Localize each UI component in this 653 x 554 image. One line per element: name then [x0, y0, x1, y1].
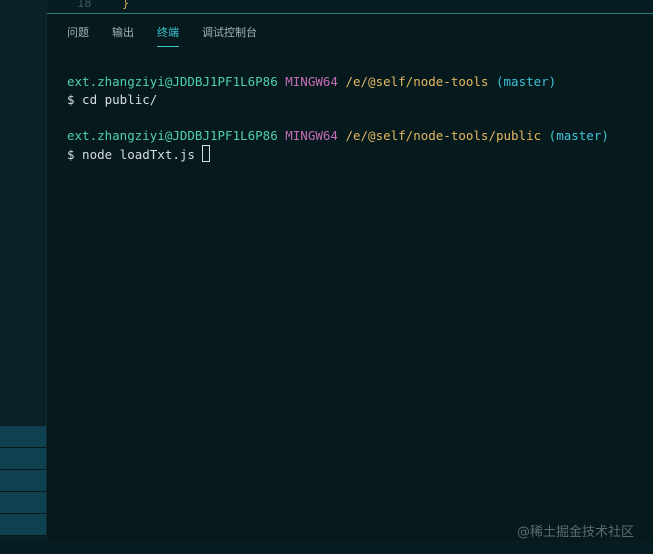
- prompt-branch: (master): [496, 74, 557, 89]
- sidebar-item[interactable]: [0, 470, 46, 492]
- terminal-cursor: [202, 145, 211, 162]
- code-line: }: [122, 0, 130, 10]
- sidebar-item[interactable]: [0, 514, 46, 536]
- tab-problems[interactable]: 问题: [67, 24, 89, 47]
- prompt-system: MINGW64: [285, 74, 338, 89]
- prompt-system: MINGW64: [285, 128, 338, 143]
- prompt-path: /e/@self/node-tools/public: [345, 128, 542, 143]
- prompt-user: ext.zhangziyi@JDDBJ1PF1L6P86: [67, 74, 278, 89]
- terminal-output[interactable]: ext.zhangziyi@JDDBJ1PF1L6P86 MINGW64 /e/…: [67, 73, 609, 164]
- editor[interactable]: 18 }: [47, 0, 653, 14]
- tab-terminal[interactable]: 终端: [157, 24, 179, 47]
- prompt-branch: (master): [548, 128, 609, 143]
- panel-tabs: 问题 输出 终端 调试控制台: [67, 24, 280, 47]
- command: $ node loadTxt.js: [67, 147, 203, 162]
- sidebar-item[interactable]: [0, 448, 46, 470]
- status-bar: [0, 541, 653, 554]
- line-number: 18: [77, 0, 92, 10]
- tab-output[interactable]: 输出: [112, 24, 134, 47]
- sidebar: [0, 0, 47, 554]
- prompt-user: ext.zhangziyi@JDDBJ1PF1L6P86: [67, 128, 278, 143]
- watermark: @稀土掘金技术社区: [516, 525, 634, 540]
- sidebar-item[interactable]: [0, 426, 46, 448]
- command: $ cd public/: [67, 92, 158, 107]
- tab-debug-console[interactable]: 调试控制台: [202, 24, 257, 47]
- prompt-path: /e/@self/node-tools: [345, 74, 489, 89]
- sidebar-item[interactable]: [0, 492, 46, 514]
